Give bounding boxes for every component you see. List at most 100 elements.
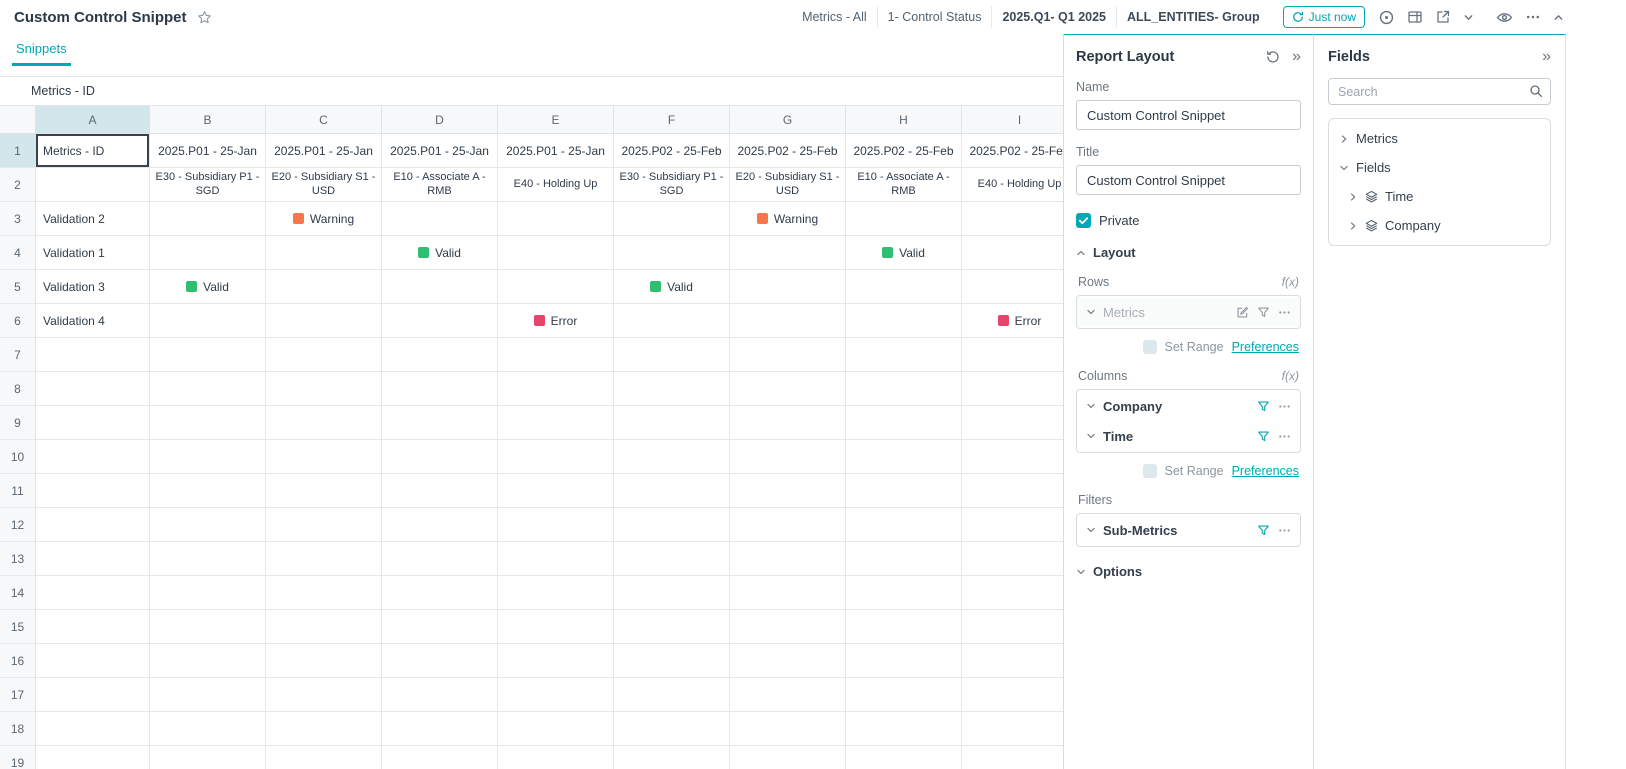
field-item[interactable]: Metrics [1077, 297, 1300, 327]
cell[interactable] [498, 712, 614, 746]
cell[interactable] [382, 576, 498, 610]
cell[interactable]: Validation 3 [36, 270, 150, 304]
row-header[interactable]: 11 [0, 474, 36, 508]
cell[interactable] [382, 610, 498, 644]
column-header[interactable]: B [150, 106, 266, 134]
cell[interactable] [382, 474, 498, 508]
cell[interactable]: Warning [730, 202, 846, 236]
cell[interactable] [498, 610, 614, 644]
cell[interactable]: 2025.P01 - 25-Jan [150, 134, 266, 168]
cell[interactable] [36, 406, 150, 440]
cell[interactable]: 2025.P01 - 25-Jan [266, 134, 382, 168]
cell[interactable]: Valid [382, 236, 498, 270]
cell[interactable] [962, 338, 1063, 372]
cell[interactable] [498, 270, 614, 304]
cell[interactable] [150, 372, 266, 406]
row-header[interactable]: 5 [0, 270, 36, 304]
cell[interactable] [266, 372, 382, 406]
cell[interactable] [498, 542, 614, 576]
column-header[interactable]: A [36, 106, 150, 134]
cell[interactable] [846, 406, 962, 440]
collapse-panel-icon[interactable]: » [1292, 49, 1301, 65]
cell[interactable] [730, 236, 846, 270]
cell[interactable]: Valid [614, 270, 730, 304]
search-input[interactable] [1328, 78, 1551, 105]
collapse-panel-icon[interactable]: » [1542, 49, 1551, 65]
row-header[interactable]: 19 [0, 746, 36, 769]
tree-item-fields[interactable]: Fields [1329, 153, 1550, 182]
table-icon[interactable] [1407, 9, 1423, 25]
row-header[interactable]: 12 [0, 508, 36, 542]
layout-section-toggle[interactable]: Layout [1076, 245, 1301, 260]
cell[interactable] [730, 644, 846, 678]
cell[interactable] [846, 270, 962, 304]
refresh-status-badge[interactable]: Just now [1283, 6, 1365, 28]
cell[interactable] [498, 474, 614, 508]
cell[interactable] [730, 508, 846, 542]
cell[interactable] [382, 440, 498, 474]
column-header[interactable]: F [614, 106, 730, 134]
cell[interactable] [150, 542, 266, 576]
cell[interactable] [266, 474, 382, 508]
cell[interactable] [962, 406, 1063, 440]
row-header[interactable]: 6 [0, 304, 36, 338]
cell[interactable] [846, 746, 962, 769]
filter-icon[interactable] [1257, 400, 1270, 413]
cell[interactable] [614, 372, 730, 406]
cell[interactable] [846, 576, 962, 610]
cell[interactable] [614, 440, 730, 474]
cell[interactable] [846, 610, 962, 644]
cell[interactable] [36, 474, 150, 508]
cell[interactable] [962, 712, 1063, 746]
cell[interactable]: 2025.P02 - 25-Feb [614, 134, 730, 168]
cell[interactable] [614, 542, 730, 576]
cell[interactable] [36, 576, 150, 610]
cell[interactable] [382, 678, 498, 712]
cell[interactable] [730, 338, 846, 372]
cell[interactable] [730, 610, 846, 644]
field-item[interactable]: Company [1077, 391, 1300, 421]
row-header[interactable]: 14 [0, 576, 36, 610]
cell[interactable] [846, 508, 962, 542]
cell[interactable] [382, 508, 498, 542]
cell[interactable] [266, 644, 382, 678]
filter-icon[interactable] [1257, 524, 1270, 537]
cell[interactable] [150, 338, 266, 372]
cell[interactable]: E10 - Associate A - RMB [382, 168, 498, 202]
cell[interactable] [498, 746, 614, 769]
cell[interactable] [266, 508, 382, 542]
cell[interactable] [150, 202, 266, 236]
cell[interactable] [614, 508, 730, 542]
tab-snippets[interactable]: Snippets [12, 34, 71, 66]
export-icon[interactable] [1435, 9, 1451, 25]
cell[interactable]: E10 - Associate A - RMB [846, 168, 962, 202]
cell[interactable] [382, 406, 498, 440]
cell[interactable]: Validation 4 [36, 304, 150, 338]
row-header[interactable]: 18 [0, 712, 36, 746]
ellipsis-icon[interactable] [1278, 430, 1291, 443]
cell[interactable] [962, 508, 1063, 542]
cell[interactable] [962, 746, 1063, 769]
cell[interactable] [36, 440, 150, 474]
cell[interactable] [266, 746, 382, 769]
cell[interactable] [730, 270, 846, 304]
column-header[interactable]: G [730, 106, 846, 134]
ellipsis-icon[interactable] [1278, 306, 1291, 319]
cell[interactable] [382, 270, 498, 304]
cell[interactable] [846, 542, 962, 576]
cell[interactable]: E20 - Subsidiary S1 -USD [266, 168, 382, 202]
cell[interactable] [498, 508, 614, 542]
select-all-corner[interactable] [0, 106, 36, 134]
pov-button[interactable]: ALL_ENTITIES- Group [1116, 6, 1270, 28]
cell[interactable] [498, 406, 614, 440]
cell[interactable] [730, 678, 846, 712]
chevron-down-icon[interactable] [1463, 12, 1474, 23]
cell[interactable] [498, 440, 614, 474]
cell[interactable] [150, 440, 266, 474]
pov-button[interactable]: 2025.Q1- Q1 2025 [991, 6, 1116, 28]
cell[interactable] [614, 236, 730, 270]
row-header[interactable]: 3 [0, 202, 36, 236]
cell[interactable] [846, 712, 962, 746]
cell[interactable] [614, 746, 730, 769]
cell[interactable]: E40 - Holding Up [962, 168, 1063, 202]
